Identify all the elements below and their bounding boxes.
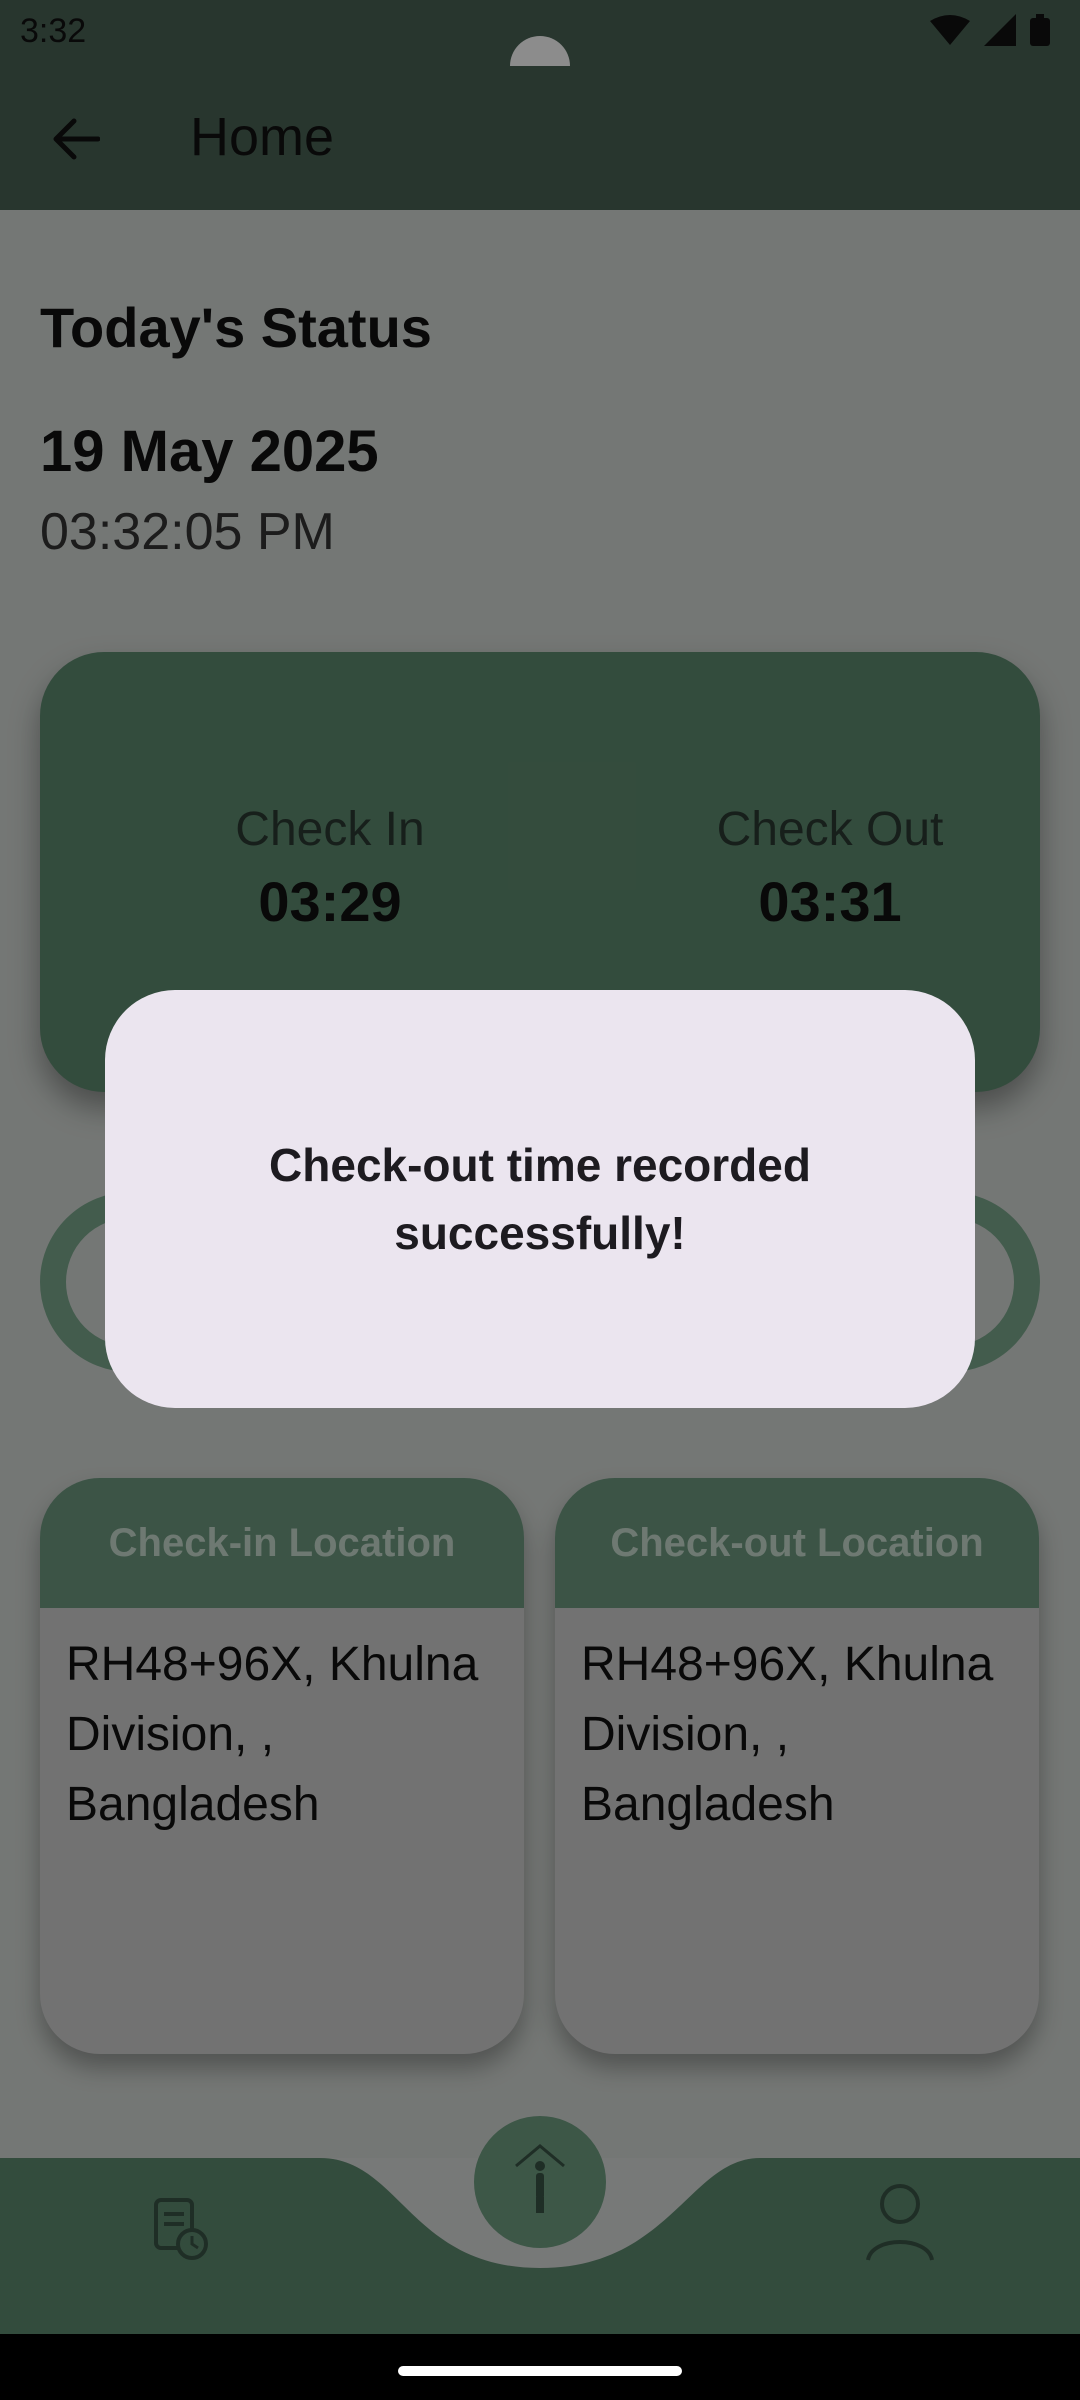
dialog-message: Check-out time recorded successfully! [269,1139,811,1259]
success-dialog: Check-out time recorded successfully! [105,990,975,1408]
screen: 3:32 Home Today's Status 19 May 2025 03:… [0,0,1080,2400]
home-gesture-handle[interactable] [398,2366,682,2376]
